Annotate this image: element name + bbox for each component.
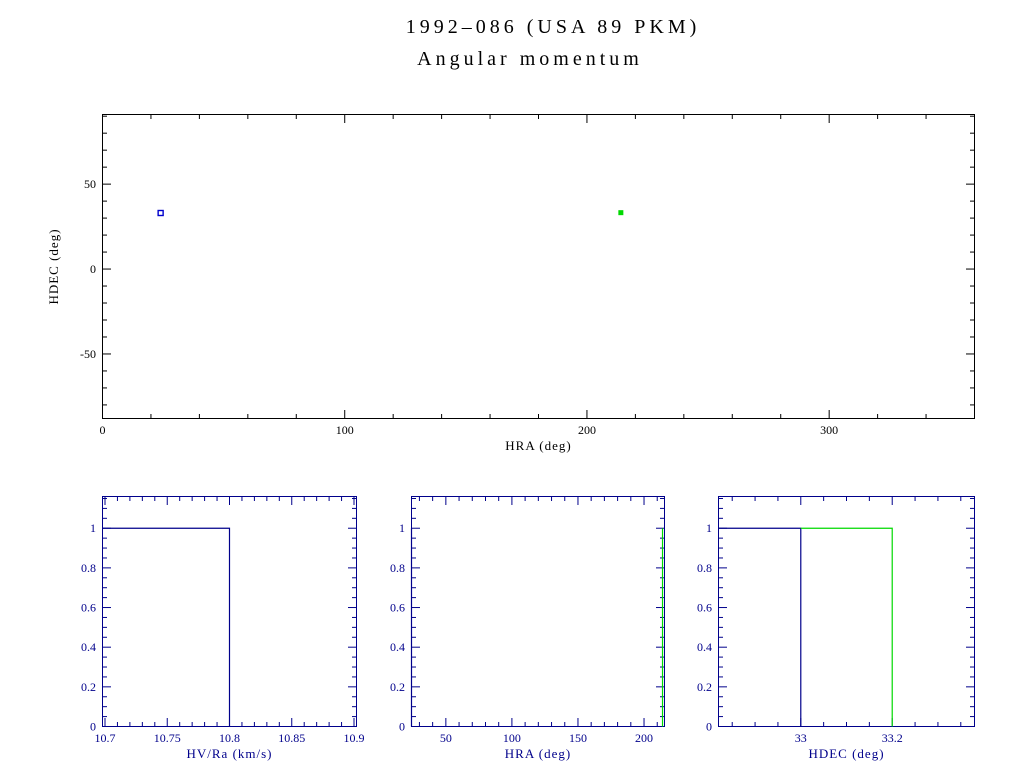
y-tick-label: 0 [399,720,405,734]
plot-frame [102,114,975,419]
axis-ticks [102,115,975,418]
y-tick-label: 0.2 [81,680,96,694]
plot-page: 1992–086 (USA 89 PKM) Angular momentum 0… [0,0,1024,768]
x-tick-label: 10.9 [344,731,365,745]
main-scatter-svg: 0 100 200 300 -50 0 50 HRA (deg) HDEC (deg) [46,114,975,453]
hra-step-svg: 50 100 150 200 0 0.2 0.4 0.6 0.8 1 HRA (deg) [390,496,665,761]
x-tick-label: 0 [100,423,106,437]
green-object-step-line [800,527,893,727]
hvra-step-svg: 10.7 10.75 10.8 10.85 10.9 0 0.2 0.4 0.6 0.8 1 HV/R… [81,496,365,761]
y-tick-label: 0.8 [390,561,405,575]
hra-histogram-plot: 50 100 150 200 0 0.2 0.4 0.6 0.8 1 HRA (deg) [390,496,665,761]
y-axis-title: HDEC (deg) [46,228,61,304]
y-tick-label: 1 [706,521,712,535]
axis-labels: 50 100 150 200 0 0.2 0.4 0.6 0.8 1 HRA (deg) [390,521,653,761]
page-title: 1992–086 (USA 89 PKM) [405,16,701,38]
x-tick-label: 200 [578,423,596,437]
blue-object-marker [157,209,164,217]
y-tick-label: 0.4 [697,640,712,654]
y-tick-label: 0.6 [390,601,405,615]
blue-object-step-line [718,527,802,727]
hvra-histogram-plot: 10.7 10.75 10.8 10.85 10.9 0 0.2 0.4 0.6 0.8 1 HV/R… [81,496,365,761]
y-tick-label: 0.8 [697,561,712,575]
plot-frame [411,496,665,727]
x-tick-label: 200 [635,731,653,745]
y-tick-label: 1 [399,521,405,535]
y-tick-label: 0.8 [81,561,96,575]
x-tick-label: 10.85 [278,731,305,745]
x-tick-label: 33.2 [882,731,903,745]
page-subtitle: Angular momentum [417,48,643,70]
x-tick-label: 100 [503,731,521,745]
axis-ticks [412,497,664,727]
x-axis-title: HV/Ra (km/s) [186,746,272,761]
axis-ticks [719,497,974,727]
y-tick-label: 1 [90,521,96,535]
x-tick-label: 300 [820,423,838,437]
axis-labels: 10.7 10.75 10.8 10.85 10.9 0 0.2 0.4 0.6 0.8 1 HV/R… [81,521,365,761]
axis-labels: 33 33.2 0 0.2 0.4 0.6 0.8 1 HDEC (deg) [697,521,903,761]
hdec-histogram-plot: 33 33.2 0 0.2 0.4 0.6 0.8 1 HDEC (deg) [697,496,975,761]
plot-frame [718,496,975,727]
hdec-step-svg: 33 33.2 0 0.2 0.4 0.6 0.8 1 HDEC (deg) [697,496,975,761]
y-tick-label: -50 [80,347,96,361]
x-tick-label: 33 [795,731,807,745]
y-tick-label: 0 [90,720,96,734]
x-axis-title: HDEC (deg) [808,746,884,761]
x-axis-title: HRA (deg) [505,746,571,761]
y-tick-label: 0.6 [81,601,96,615]
y-tick-label: 0.4 [390,640,405,654]
x-tick-label: 10.75 [154,731,181,745]
y-tick-label: 0 [706,720,712,734]
main-scatter-plot: 0 100 200 300 -50 0 50 HRA (deg) HDEC (deg) [46,114,975,453]
y-tick-label: 0.4 [81,640,96,654]
y-tick-label: 0.2 [697,680,712,694]
x-axis-title: HRA (deg) [505,438,571,453]
axis-labels: 0 100 200 300 -50 0 50 HRA (deg) HDEC (deg) [46,177,838,453]
x-tick-label: 10.8 [219,731,240,745]
blue-object-step-line [102,527,231,727]
y-tick-label: 50 [84,177,96,191]
y-tick-label: 0.2 [390,680,405,694]
y-tick-label: 0 [90,262,96,276]
x-tick-label: 10.7 [94,731,115,745]
x-tick-label: 100 [336,423,354,437]
x-tick-label: 150 [569,731,587,745]
y-tick-label: 0.6 [697,601,712,615]
green-object-marker [618,210,624,216]
x-tick-label: 50 [440,731,452,745]
